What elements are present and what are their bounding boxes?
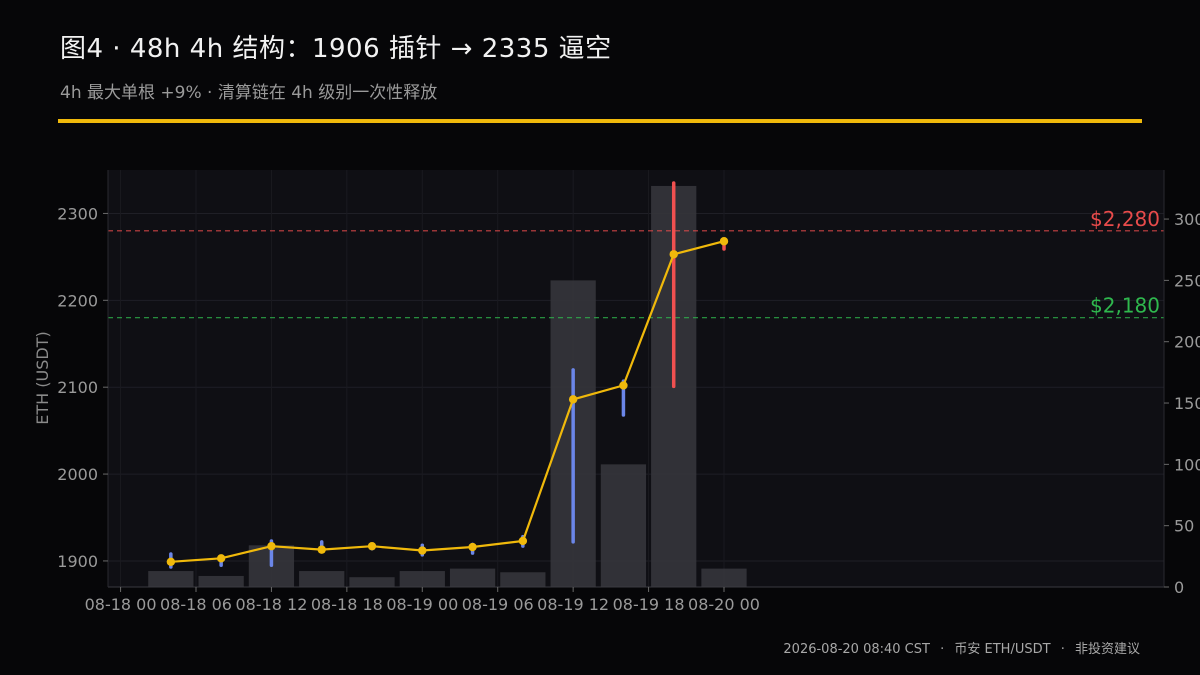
close-point [468,542,477,552]
footer-separator: · [940,642,945,657]
y-tick-label: 2300 [57,204,98,223]
close-point [367,541,377,551]
volume-bar [449,568,496,587]
close-point [418,546,427,555]
volume-bar [701,568,747,587]
y2-tick-label: 50 [1174,517,1194,536]
close-point [619,381,628,390]
volume-bar [299,571,345,587]
x-tick-label: 08-19 18 [613,595,685,614]
y-tick-label: 2100 [57,378,98,397]
footer: 2026-08-20 08:40 CST · 币安 ETH/USDT · 非投资… [777,638,1140,657]
close-point [267,541,276,551]
volume-bar [399,571,445,587]
y-axis-label: ETH (USDT) [33,331,52,424]
close-point [317,545,326,554]
footer-timestamp: 2026-08-20 08:40 CST [783,642,930,657]
volume-bar [500,572,546,587]
y2-tick-label: 300 [1174,210,1200,229]
close-point [166,557,176,567]
close-point [216,554,226,563]
x-tick-label: 08-19 12 [537,595,609,614]
volume-bar [148,571,194,587]
y-tick-label: 2000 [57,465,98,484]
y-tick-label: 2200 [57,291,98,310]
y-tick-label: 1900 [57,552,98,571]
volume-bar [198,575,244,587]
x-tick-label: 08-18 18 [311,595,383,614]
close-point [568,395,578,404]
x-tick-label: 08-19 00 [386,595,458,614]
x-tick-label: 08-18 12 [235,595,307,614]
volume-bar [600,464,647,587]
y2-tick-label: 200 [1174,333,1200,352]
x-tick-label: 08-20 00 [688,595,760,614]
x-tick-label: 08-18 00 [85,595,157,614]
footer-disclaimer: 非投资建议 [1074,642,1140,657]
price-volume-chart: $2,280 $2,180 1900 2000 2100 2200 2300 0 50 100 1… [33,170,1200,614]
y2-tick-label: 100 [1174,455,1200,474]
y2-tick-label: 0 [1174,578,1184,597]
footer-separator: · [1060,642,1065,657]
reference-line-label: $2,180 [1090,294,1160,318]
volume-bar [349,577,395,587]
footer-source: 币安 ETH/USDT [954,642,1051,657]
x-tick-label: 08-18 06 [160,595,232,614]
reference-line-label: $2,280 [1090,207,1160,231]
close-point [719,237,729,246]
close-point [669,250,678,259]
y2-tick-label: 150 [1174,394,1200,413]
x-tick-label: 08-19 06 [462,595,534,614]
y2-tick-label: 250 [1174,271,1200,290]
close-point [518,536,528,546]
